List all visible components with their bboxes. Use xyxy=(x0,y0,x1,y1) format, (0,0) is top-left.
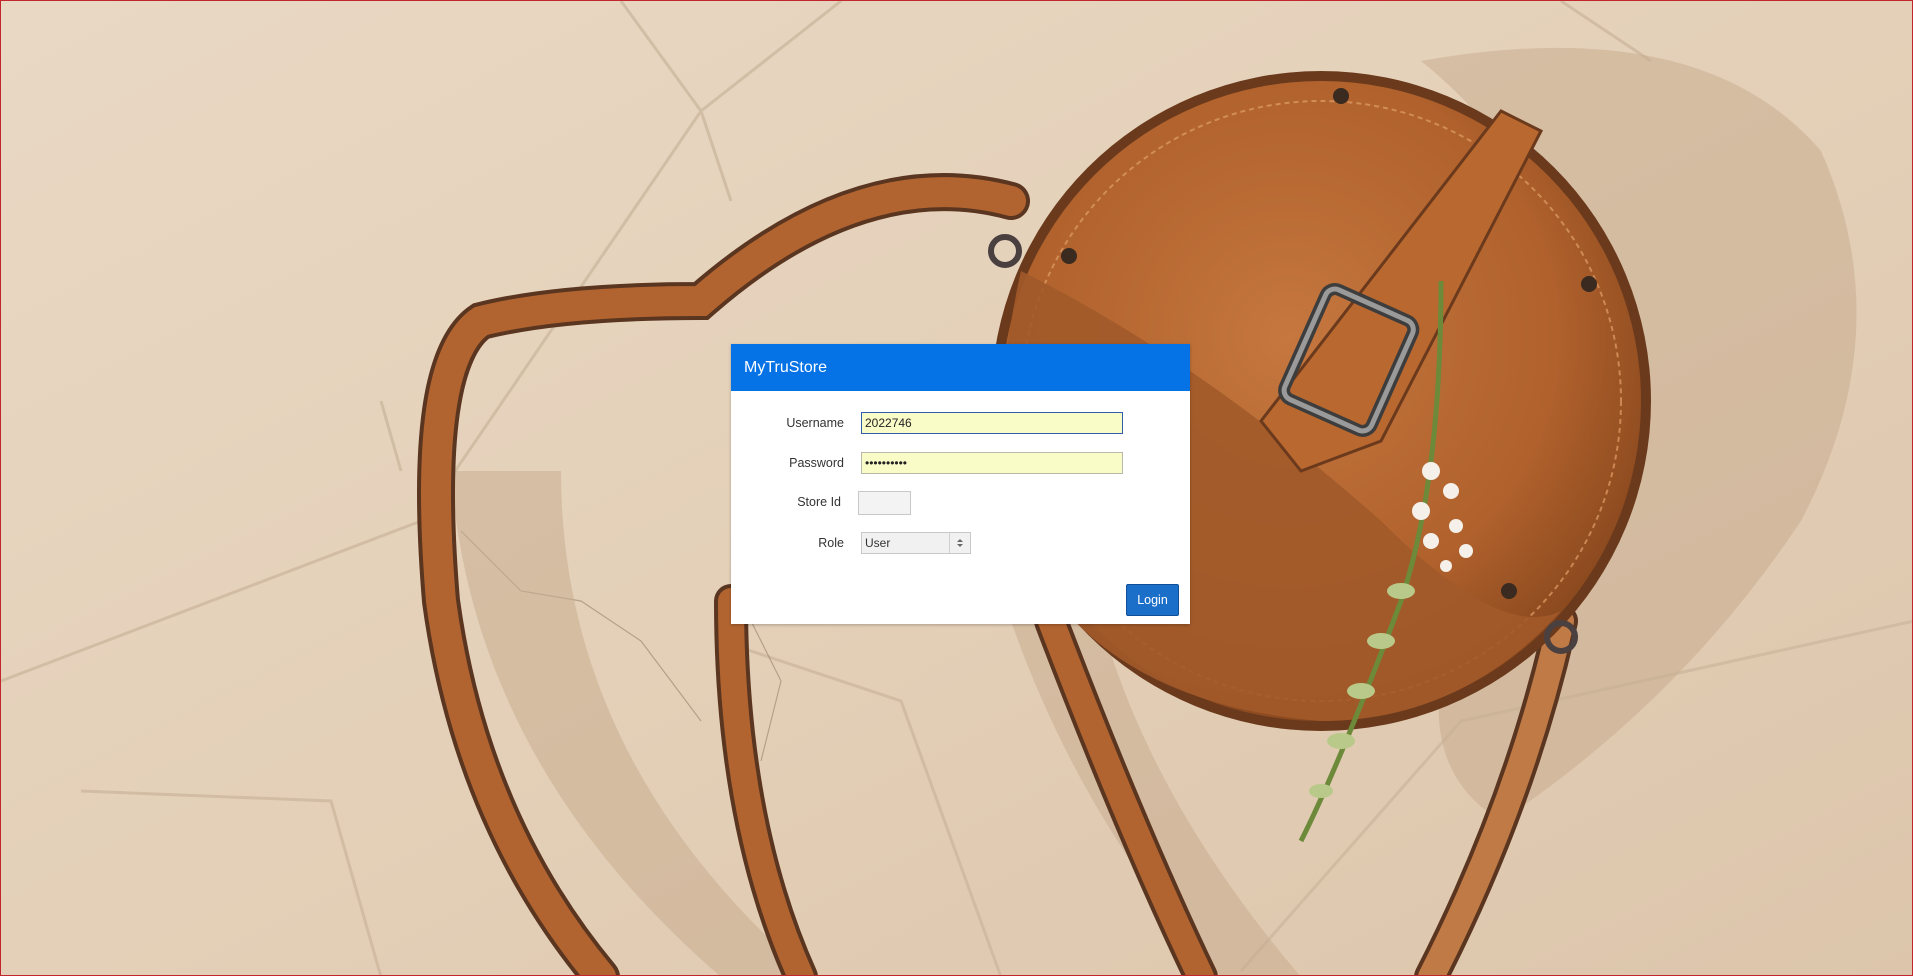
store-id-input[interactable] xyxy=(858,491,911,515)
dialog-title: MyTruStore xyxy=(731,344,1190,391)
role-row: Role User xyxy=(731,532,1190,558)
username-input[interactable] xyxy=(861,412,1123,434)
login-dialog: MyTruStore Username Password Store Id Ro… xyxy=(731,344,1190,624)
username-row: Username xyxy=(731,412,1190,438)
role-selected-value: User xyxy=(865,536,891,550)
select-arrow-icon xyxy=(949,533,970,553)
store-id-row: Store Id xyxy=(731,491,1190,517)
password-input[interactable] xyxy=(861,452,1123,474)
password-label: Password xyxy=(789,456,844,470)
role-label: Role xyxy=(818,536,844,550)
store-id-label: Store Id xyxy=(797,495,841,509)
username-label: Username xyxy=(786,416,844,430)
password-row: Password xyxy=(731,452,1190,478)
role-select[interactable]: User xyxy=(861,532,971,554)
login-button[interactable]: Login xyxy=(1126,584,1179,616)
login-screen: MyTruStore Username Password Store Id Ro… xyxy=(0,0,1913,976)
